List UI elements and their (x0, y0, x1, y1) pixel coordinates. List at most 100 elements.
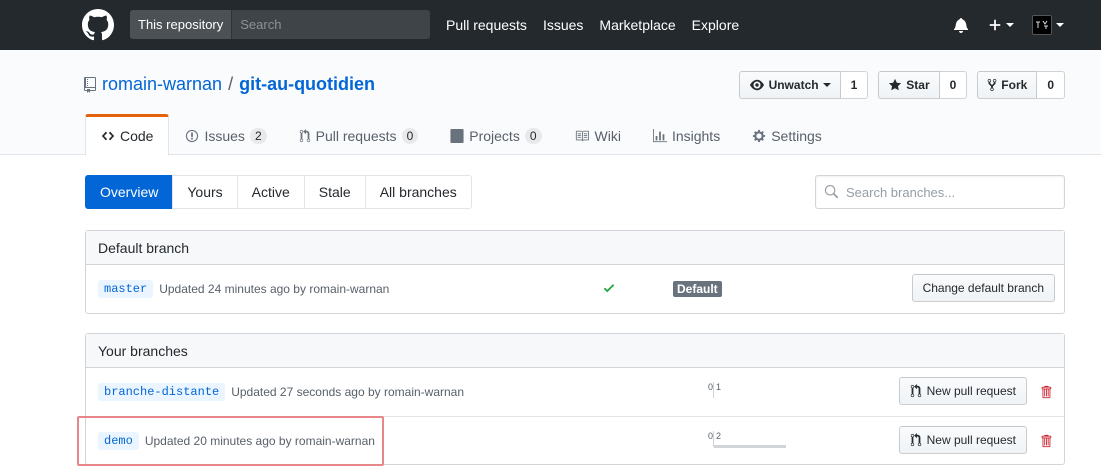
chevron-down-icon (1006, 23, 1014, 27)
chevron-down-icon (1056, 23, 1064, 27)
unwatch-label: Unwatch (768, 78, 819, 92)
stars-count[interactable]: 0 (939, 71, 968, 99)
repo-name-link[interactable]: git-au-quotidien (239, 74, 375, 95)
new-pull-request-button[interactable]: New pull request (898, 426, 1027, 454)
chevron-down-icon (822, 83, 831, 87)
gear-icon (753, 129, 766, 143)
issue-opened-icon (186, 129, 199, 143)
projects-counter: 0 (524, 128, 542, 144)
star-button[interactable]: Star (878, 71, 940, 99)
forks-count[interactable]: 0 (1037, 71, 1065, 99)
subnav-stale[interactable]: Stale (303, 175, 366, 209)
branch-name-link[interactable]: master (98, 280, 154, 298)
branch-search (815, 175, 1065, 209)
git-pull-request-icon (910, 433, 921, 447)
github-logo-icon[interactable] (82, 9, 114, 41)
repo-owner-link[interactable]: romain-warnan (102, 74, 222, 95)
star-icon (889, 78, 902, 91)
search-scope: This repository (130, 10, 233, 39)
repo-actions: Unwatch 1 Star 0 Fork 0 (729, 71, 1065, 99)
search-input[interactable] (232, 10, 430, 39)
nav-issues[interactable]: Issues (543, 17, 583, 33)
git-pull-request-icon (299, 129, 310, 143)
tab-wiki-label: Wiki (594, 128, 621, 144)
default-branch-box: Default branch master Updated 24 minutes… (85, 230, 1065, 314)
new-pull-request-label: New pull request (926, 433, 1016, 447)
header-actions (940, 0, 1064, 50)
default-label: Default (673, 281, 722, 297)
search-icon (824, 185, 838, 199)
ahead-count: 2 (716, 431, 722, 441)
check-icon[interactable] (603, 281, 615, 295)
create-new-button[interactable] (988, 18, 1014, 32)
nav-pull-requests[interactable]: Pull requests (446, 17, 527, 33)
tab-projects[interactable]: Projects 0 (434, 114, 557, 156)
avatar-pattern-icon (1036, 20, 1048, 29)
trash-icon[interactable] (1040, 434, 1052, 448)
new-pull-request-label: New pull request (926, 384, 1016, 398)
global-header: This repository Pull requests Issues Mar… (0, 0, 1101, 50)
global-search: This repository (130, 10, 430, 39)
tab-insights-label: Insights (671, 128, 721, 144)
repo-header: romain-warnan / git-au-quotidien Unwatch… (0, 50, 1101, 156)
tab-wiki[interactable]: Wiki (558, 114, 637, 156)
your-branches-box: Your branches branche-distante Updated 2… (85, 333, 1065, 465)
eye-icon (749, 79, 764, 91)
your-branches-header: Your branches (86, 334, 1064, 368)
branch-updated-text: Updated 20 minutes ago by romain-warnan (144, 433, 375, 448)
tab-settings[interactable]: Settings (736, 114, 838, 156)
subnav-yours[interactable]: Yours (172, 175, 238, 209)
nav-marketplace[interactable]: Marketplace (599, 17, 675, 33)
ahead-behind-divider (713, 382, 714, 398)
watchers-count[interactable]: 1 (840, 71, 869, 99)
change-default-branch-button[interactable]: Change default branch (911, 274, 1055, 302)
fork-button[interactable]: Fork (977, 71, 1038, 99)
subnav-all-branches[interactable]: All branches (364, 175, 472, 209)
tab-issues[interactable]: Issues 2 (169, 114, 282, 156)
trash-icon[interactable] (1040, 385, 1052, 399)
ahead-behind-indicator: 0 2 (703, 431, 786, 453)
header-nav: Pull requests Issues Marketplace Explore (446, 0, 755, 50)
tab-issues-label: Issues (204, 128, 245, 144)
tab-code[interactable]: Code (85, 114, 170, 156)
avatar (1032, 15, 1052, 35)
new-pull-request-button[interactable]: New pull request (898, 377, 1027, 405)
notifications-button[interactable] (954, 17, 968, 33)
branch-name-link[interactable]: branche-distante (98, 383, 226, 401)
default-branch-header: Default branch (86, 231, 1064, 265)
nav-explore[interactable]: Explore (692, 17, 739, 33)
fork-label: Fork (1001, 78, 1028, 92)
tab-code-label: Code (120, 128, 154, 144)
tab-projects-label: Projects (469, 128, 520, 144)
tab-pull-requests[interactable]: Pull requests 0 (283, 114, 435, 156)
ahead-count: 1 (716, 382, 722, 392)
repo-forked-icon (987, 78, 997, 92)
book-icon (575, 130, 589, 142)
branch-name-link[interactable]: demo (98, 431, 139, 450)
ahead-behind-indicator: 0 1 (703, 382, 783, 404)
watch-group: Unwatch 1 (738, 71, 869, 99)
branch-row: demo Updated 20 minutes ago by romain-wa… (86, 416, 1064, 464)
issues-counter: 2 (249, 128, 267, 144)
repo-nav: Code Issues 2 Pull requests 0 Projects 0… (85, 114, 838, 156)
star-group: Star 0 (878, 71, 968, 99)
branches-subnav: Overview Yours Active Stale All branches (85, 175, 472, 209)
fork-group: Fork 0 (977, 71, 1065, 99)
unwatch-button[interactable]: Unwatch (738, 71, 841, 99)
tab-settings-label: Settings (771, 128, 822, 144)
tab-pull-requests-label: Pull requests (315, 128, 397, 144)
pulls-counter: 0 (401, 128, 419, 144)
project-icon (450, 129, 464, 143)
user-menu-button[interactable] (1032, 15, 1064, 35)
subnav-overview[interactable]: Overview (85, 175, 174, 209)
branch-updated-text: Updated 24 minutes ago by romain-warnan (159, 282, 390, 296)
repo-title: romain-warnan / git-au-quotidien (84, 74, 375, 95)
subnav-active[interactable]: Active (236, 175, 305, 209)
bell-icon (954, 18, 968, 33)
star-label: Star (906, 78, 930, 92)
graph-icon (652, 129, 667, 143)
branch-search-input[interactable] (844, 183, 1054, 201)
repo-icon (84, 76, 96, 93)
plus-icon (989, 19, 1001, 31)
tab-insights[interactable]: Insights (637, 114, 736, 156)
